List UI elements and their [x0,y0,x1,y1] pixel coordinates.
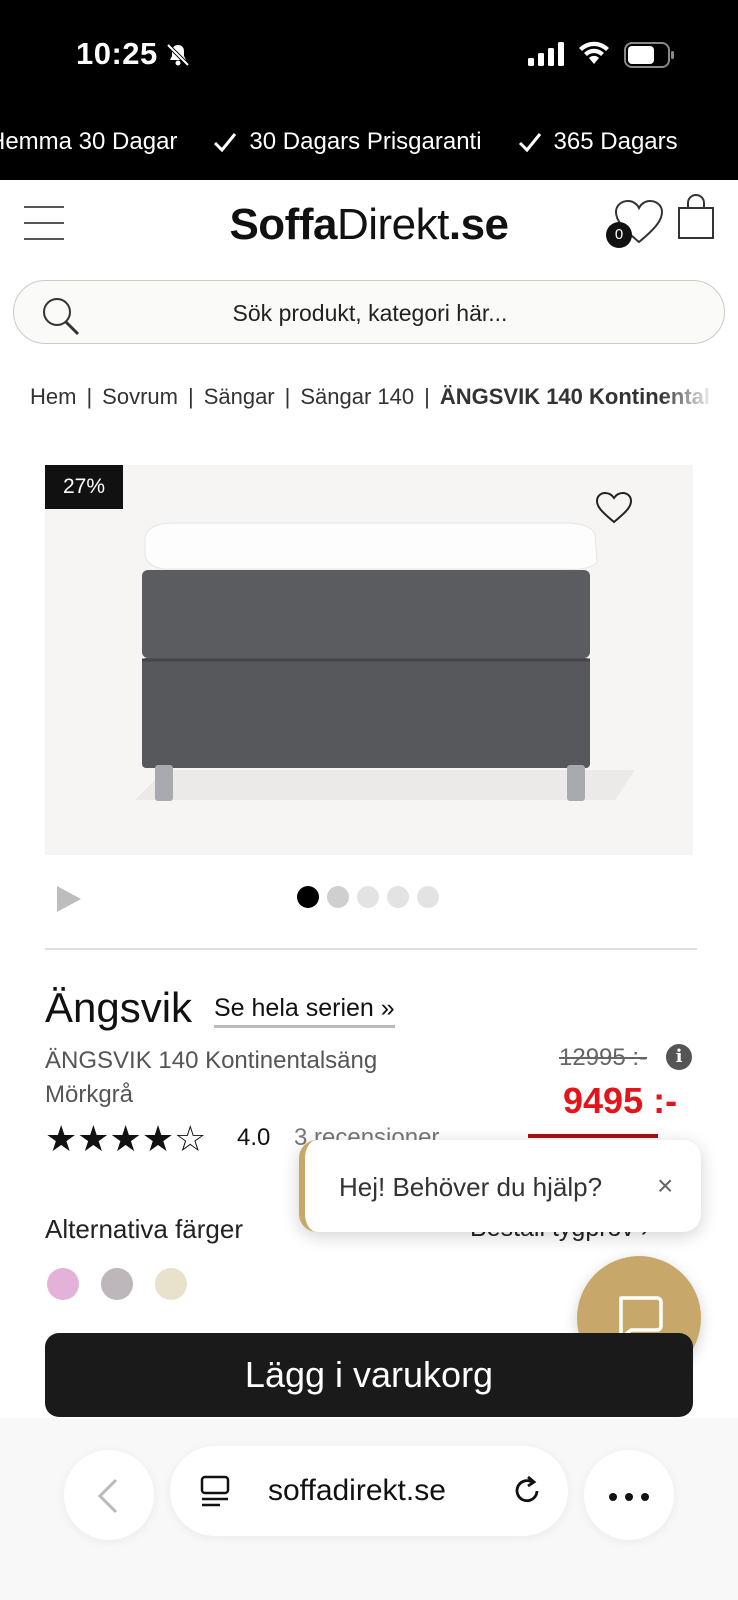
gallery-pagination [297,886,439,908]
signal-icon [528,42,564,66]
check-icon [518,133,541,153]
status-time: 10:25 [76,36,158,71]
gallery-dot[interactable] [417,886,439,908]
usp-ticker: Hemma 30 Dagar 30 Dagars Prisgaranti 365… [0,108,738,180]
back-button[interactable] [64,1450,154,1540]
breadcrumb-item[interactable]: Sängar 140 [300,384,414,409]
usp-text: 365 Dagars [553,128,678,155]
status-bar: 10:25 [0,0,738,108]
rating-stars: ★★★★☆ [45,1118,207,1159]
more-options-button[interactable] [584,1450,674,1540]
series-name: Ängsvik [45,984,193,1031]
battery-icon [624,42,674,68]
product-color-name: Mörkgrå [45,1081,134,1108]
breadcrumb-item[interactable]: Sovrum [102,384,178,409]
play-icon[interactable] [55,884,83,914]
breadcrumb-fade [660,378,738,414]
browser-toolbar: soffadirekt.se [0,1418,738,1600]
gallery-dot[interactable] [387,886,409,908]
chat-popup[interactable]: Hej! Behöver du hjälp? × [299,1140,701,1232]
usp-item: 365 Dagars [516,128,678,156]
divider [45,948,697,950]
series-link[interactable]: Se hela serien » [214,994,395,1028]
reader-icon [200,1475,230,1507]
chevron-left-icon [97,1478,118,1514]
wifi-icon [579,41,609,64]
shopping-bag-icon[interactable] [676,194,716,242]
reload-icon[interactable] [510,1474,544,1508]
color-swatch-beige[interactable] [155,1268,187,1300]
product-title-line: ÄNGSVIK 140 Kontinentalsäng [45,1047,378,1074]
breadcrumb-item[interactable]: Sängar [204,384,275,409]
address-bar[interactable]: soffadirekt.se [170,1446,568,1536]
close-icon[interactable]: × [657,1170,673,1202]
gallery-dot[interactable] [357,886,379,908]
price-accent-bar [528,1134,658,1138]
usp-item: 30 Dagars Prisgaranti [211,128,482,156]
wishlist-button[interactable]: 0 [606,198,664,250]
color-swatch-grey[interactable] [101,1268,133,1300]
search-placeholder: Sök produkt, kategori här... [232,300,508,326]
gallery-dot[interactable] [297,886,319,908]
breadcrumb: Hem | Sovrum | Sängar | Sängar 140 | ÄNGSVIK 140… [30,384,710,410]
usp-text: 30 Dagars Prisgaranti [249,128,482,155]
breadcrumb-item[interactable]: Hem [30,384,76,409]
old-price: 12995 :- [559,1044,648,1071]
url-text: soffadirekt.se [268,1474,446,1507]
heart-icon[interactable] [594,490,634,526]
color-swatch-pink[interactable] [47,1268,79,1300]
add-to-cart-button[interactable]: Lägg i varukorg [45,1333,693,1417]
product-title: ÄNGSVIK 140 Kontinentalsäng Mörkgrå [45,1044,465,1112]
alt-colors-label: Alternativa färger [45,1214,243,1244]
search-bar[interactable]: Sök produkt, kategori här... [13,280,725,344]
site-header: SoffaDirekt.se 0 [0,180,738,272]
rating-value: 4.0 [237,1124,271,1151]
discount-badge: 27% [45,465,123,509]
wishlist-count-badge: 0 [606,222,632,248]
check-icon [214,133,237,153]
chat-message: Hej! Behöver du hjälp? [339,1172,603,1202]
gallery-dot[interactable] [327,886,349,908]
sale-price: 9495 :- [563,1080,678,1121]
usp-text: Hemma 30 Dagar [0,128,178,155]
info-icon[interactable]: i [666,1044,692,1070]
usp-item: Hemma 30 Dagar [0,128,177,156]
bell-muted-icon [166,43,190,67]
